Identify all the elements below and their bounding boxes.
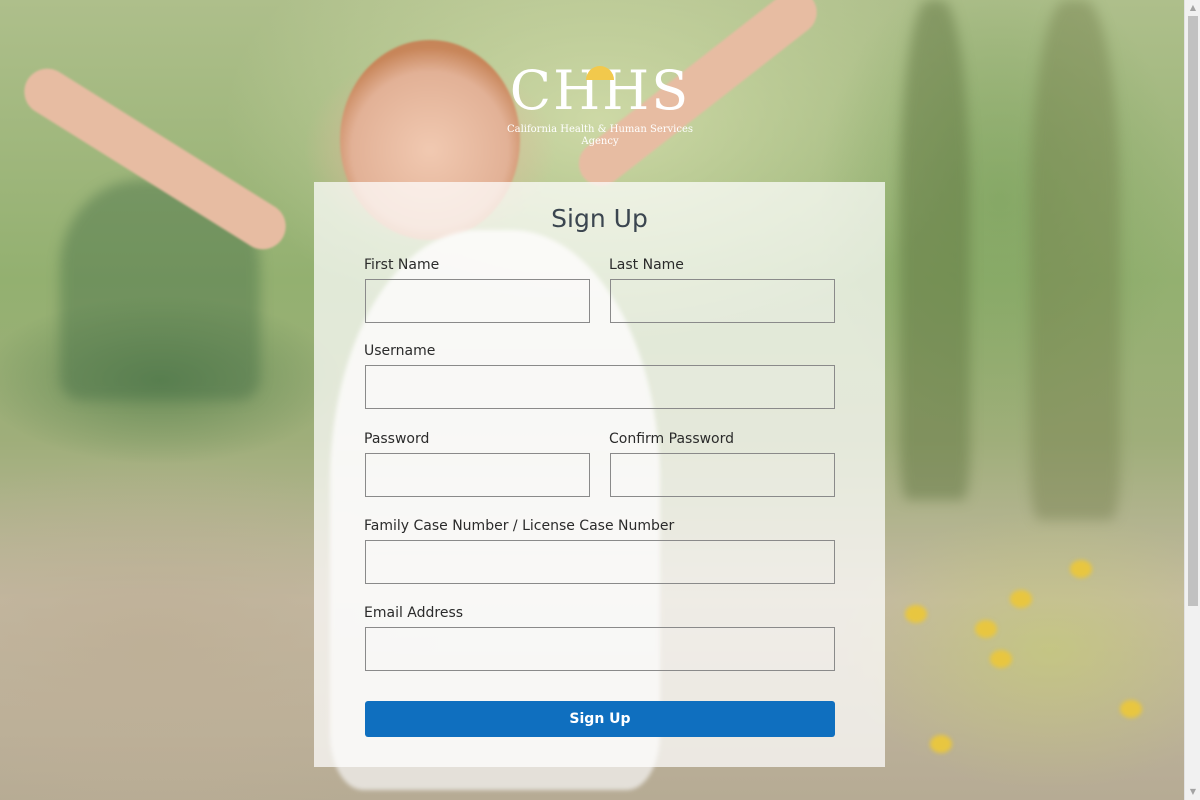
logo-tagline: California Health & Human Services Agenc… <box>506 124 694 147</box>
password-label: Password <box>364 431 430 447</box>
last-name-label: Last Name <box>609 257 684 273</box>
logo-wordmark: CHHS <box>490 60 710 122</box>
email-label: Email Address <box>364 605 464 621</box>
first-name-input[interactable] <box>365 279 590 323</box>
confirm-password-input[interactable] <box>610 453 835 497</box>
page-title: Sign Up <box>551 204 648 233</box>
scroll-thumb[interactable] <box>1188 16 1198 606</box>
username-input[interactable] <box>365 365 835 409</box>
chhs-logo: CHHS California Health & Human Services … <box>490 60 710 150</box>
case-number-input[interactable] <box>365 540 835 584</box>
first-name-label: First Name <box>364 257 440 273</box>
password-input[interactable] <box>365 453 590 497</box>
confirm-password-label: Confirm Password <box>609 431 735 447</box>
last-name-input[interactable] <box>610 279 835 323</box>
sign-up-button[interactable]: Sign Up <box>365 701 835 737</box>
scroll-up-arrow-icon[interactable]: ▲ <box>1185 0 1200 16</box>
scroll-down-arrow-icon[interactable]: ▼ <box>1185 784 1200 800</box>
username-label: Username <box>364 343 436 359</box>
scrollbar[interactable]: ▲ ▼ <box>1184 0 1200 800</box>
case-number-label: Family Case Number / License Case Number <box>364 518 675 534</box>
email-input[interactable] <box>365 627 835 671</box>
signup-panel: Sign Up First Name Last Name Username Pa… <box>314 182 885 767</box>
